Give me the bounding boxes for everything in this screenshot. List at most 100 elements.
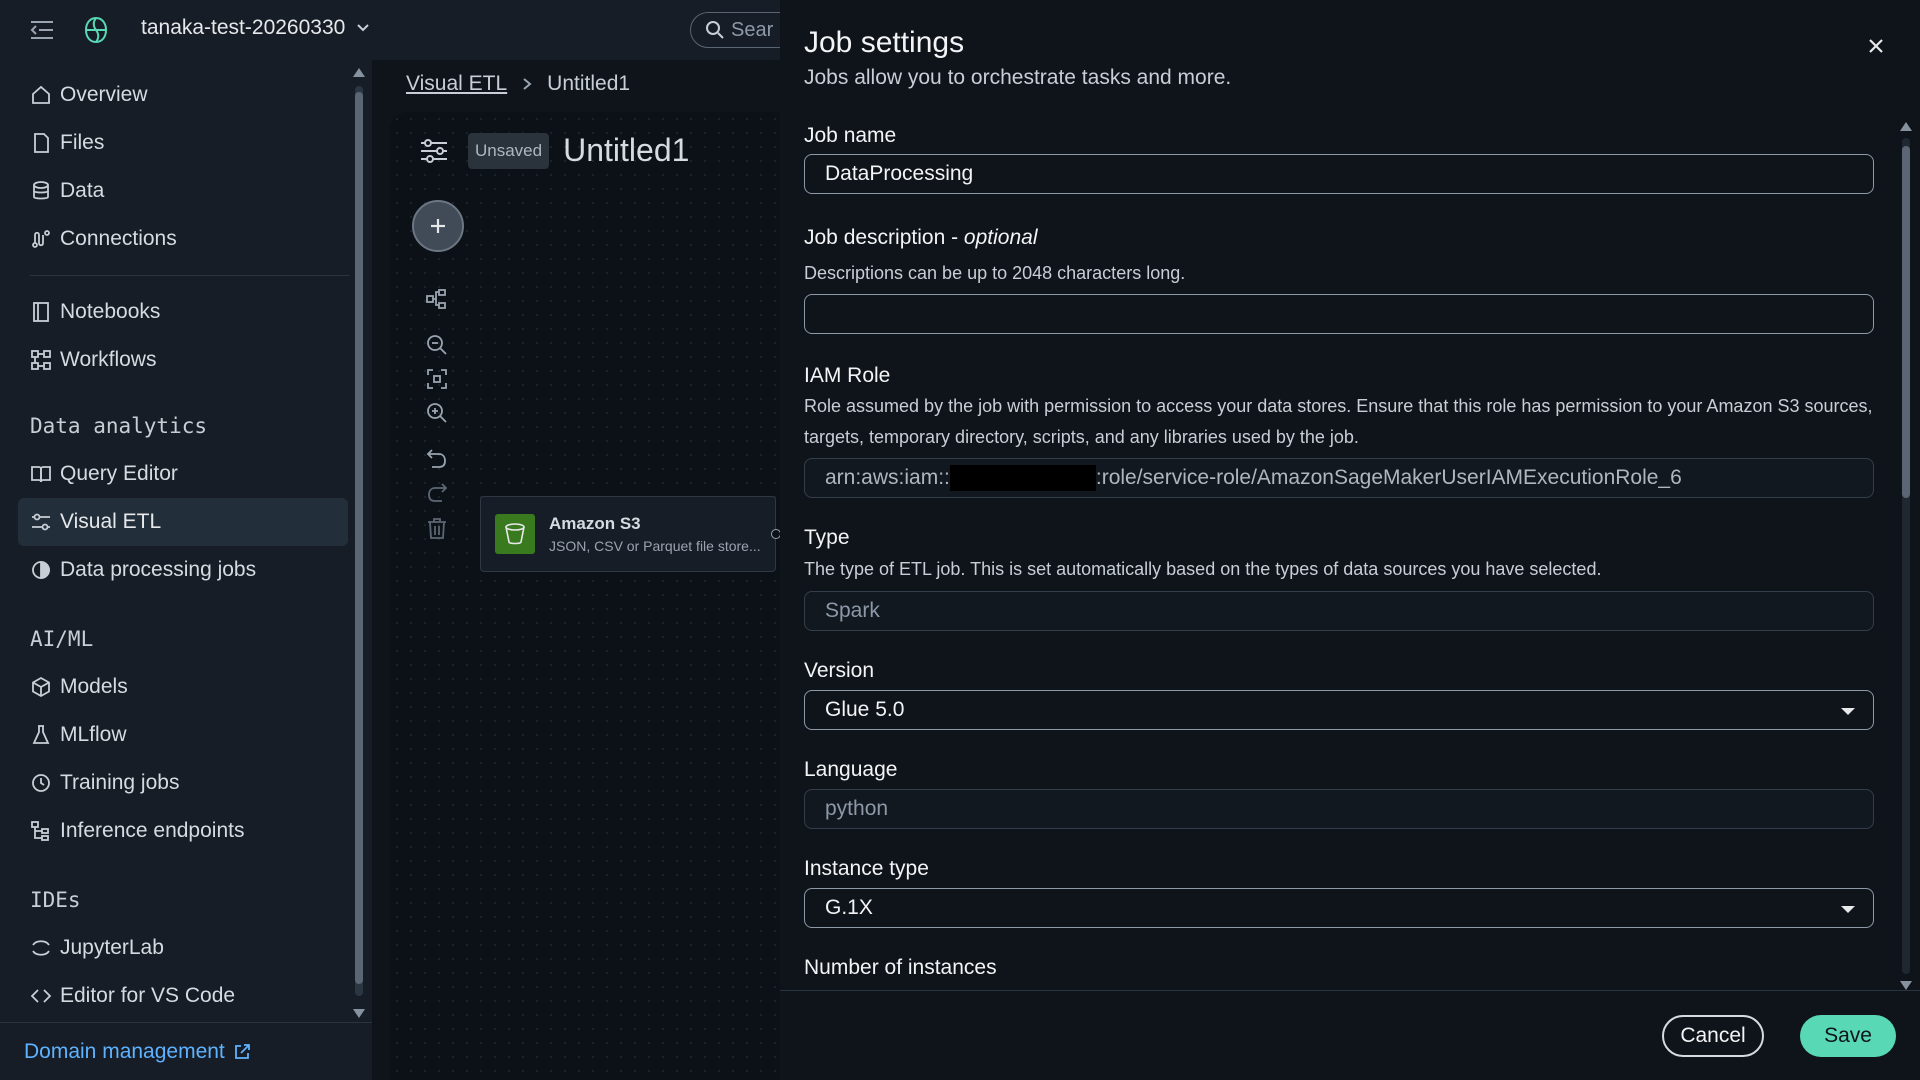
language-field: python (804, 789, 1874, 829)
sidebar-item-label: Editor for VS Code (60, 984, 236, 1007)
scroll-down-icon[interactable] (353, 1009, 365, 1018)
flow-title[interactable]: Untitled1 (563, 132, 689, 169)
flow-settings-icon[interactable] (418, 135, 450, 167)
project-selector[interactable]: tanaka-test-20260330 (141, 16, 371, 40)
scroll-down-icon[interactable] (1900, 981, 1912, 990)
iam-role-help: Role assumed by the job with permission … (804, 396, 1873, 447)
sidebar-item-connections[interactable]: Connections (18, 215, 348, 263)
type-help: The type of ETL job. This is set automat… (804, 559, 1602, 579)
panel-subtitle: Jobs allow you to orchestrate tasks and … (804, 66, 1232, 89)
delete-icon[interactable] (424, 516, 450, 542)
plus-icon (431, 219, 445, 233)
home-icon (32, 85, 50, 104)
job-description-input[interactable] (804, 294, 1874, 334)
collapse-menu-icon[interactable] (30, 20, 54, 40)
sidebar-scrollbar[interactable] (353, 68, 365, 1018)
sidebar-item-visual-etl[interactable]: Visual ETL (18, 498, 348, 546)
layout-icon[interactable] (424, 286, 450, 312)
language-label: Language (804, 758, 898, 781)
processing-icon (32, 561, 50, 579)
sidebar-item-label: Data (60, 179, 105, 202)
sidebar-item-query-editor[interactable]: Query Editor (18, 450, 348, 498)
sidebar-item-files[interactable]: Files (18, 119, 348, 167)
file-icon (34, 133, 49, 153)
search-icon (706, 21, 724, 39)
domain-management-label: Domain management (24, 1040, 225, 1063)
optional-tag: optional (963, 226, 1038, 249)
book-icon (31, 466, 51, 483)
sidebar-item-label: Notebooks (60, 300, 161, 323)
job-description-label: Job description - optional (804, 226, 1037, 250)
panel-body: Job name Job description - optional Desc… (780, 104, 1898, 990)
redo-icon[interactable] (424, 480, 450, 506)
scroll-up-icon[interactable] (353, 68, 365, 77)
save-button[interactable]: Save (1800, 1015, 1896, 1057)
type-label: Type (804, 526, 850, 549)
redacted-account-id (949, 465, 1096, 491)
close-icon[interactable] (1866, 36, 1886, 56)
sidebar-item-jupyterlab[interactable]: JupyterLab (18, 924, 348, 972)
sidebar-item-label: Workflows (60, 348, 157, 371)
job-description-help: Descriptions can be up to 2048 character… (804, 263, 1186, 283)
sagemaker-logo-icon[interactable] (82, 16, 110, 44)
sidebar-item-mlflow[interactable]: MLflow (18, 711, 348, 759)
fit-view-icon[interactable] (424, 366, 450, 392)
sidebar-item-inference-endpoints[interactable]: Inference endpoints (18, 807, 348, 855)
zoom-out-icon[interactable] (424, 332, 450, 358)
chevron-down-icon (357, 24, 370, 32)
sidebar-item-data-processing-jobs[interactable]: Data processing jobs (18, 546, 348, 594)
sidebar-item-vscode[interactable]: Editor for VS Code (18, 972, 348, 1020)
sidebar-divider (30, 275, 350, 276)
job-settings-panel: Job settings Jobs allow you to orchestra… (780, 0, 1920, 1080)
sidebar-item-notebooks[interactable]: Notebooks (18, 288, 348, 336)
scroll-up-icon[interactable] (1900, 122, 1912, 131)
job-name-input[interactable] (804, 154, 1874, 194)
sidebar-item-label: Inference endpoints (60, 819, 245, 842)
version-label: Version (804, 659, 875, 682)
canvas-header: Unsaved Untitled1 (418, 132, 689, 169)
iam-role-field: arn:aws:iam:::role/service-role/AmazonSa… (804, 458, 1874, 498)
cancel-button[interactable]: Cancel (1662, 1015, 1764, 1057)
sidebar-item-label: MLflow (60, 723, 127, 746)
etl-canvas[interactable]: Unsaved Untitled1 Amazon S3 JSON, CSV or… (390, 112, 790, 1080)
chevron-right-icon (523, 78, 532, 90)
sidebar-item-label: Connections (60, 227, 177, 250)
instance-type-select[interactable]: G.1X (804, 888, 1874, 928)
connections-icon (32, 230, 50, 248)
jupyter-icon (32, 940, 50, 956)
version-value: Glue 5.0 (825, 698, 905, 721)
sidebar-item-label: Training jobs (60, 771, 180, 794)
caret-down-icon (1841, 708, 1855, 715)
domain-management-link[interactable]: Domain management (24, 1040, 251, 1064)
sidebar-item-training-jobs[interactable]: Training jobs (18, 759, 348, 807)
caret-down-icon (1841, 906, 1855, 913)
scrollbar-thumb[interactable] (1902, 146, 1910, 498)
amazon-s3-node[interactable]: Amazon S3 JSON, CSV or Parquet file stor… (480, 496, 781, 572)
sidebar-item-label: JupyterLab (60, 936, 164, 959)
add-node-button[interactable] (412, 200, 464, 252)
node-title: Amazon S3 (549, 514, 641, 533)
scrollbar-thumb[interactable] (355, 92, 363, 984)
sidebar-item-workflows[interactable]: Workflows (18, 336, 348, 384)
sidebar-item-label: Models (60, 675, 128, 698)
version-select[interactable]: Glue 5.0 (804, 690, 1874, 730)
type-field: Spark (804, 591, 1874, 631)
sidebar-item-models[interactable]: Models (18, 663, 348, 711)
sidebar-item-data[interactable]: Data (18, 167, 348, 215)
panel-scrollbar[interactable] (1898, 122, 1914, 990)
iam-role-label: IAM Role (804, 364, 891, 387)
code-icon (30, 989, 52, 1003)
s3-bucket-icon (495, 514, 535, 554)
sidebar-item-label: Overview (60, 83, 148, 106)
zoom-in-icon[interactable] (424, 400, 450, 426)
instance-type-label: Instance type (804, 857, 929, 880)
sidebar: Overview Files Data Connections Notebook… (0, 60, 372, 1080)
iam-role-prefix: arn:aws:iam:: (825, 466, 950, 489)
node-text: Amazon S3 JSON, CSV or Parquet file stor… (549, 514, 761, 554)
undo-icon[interactable] (424, 446, 450, 472)
sidebar-item-overview[interactable]: Overview (18, 71, 348, 119)
breadcrumb-visual-etl[interactable]: Visual ETL (406, 72, 507, 96)
flask-icon (32, 725, 50, 744)
notebook-icon (33, 302, 49, 322)
cube-icon (32, 676, 50, 698)
